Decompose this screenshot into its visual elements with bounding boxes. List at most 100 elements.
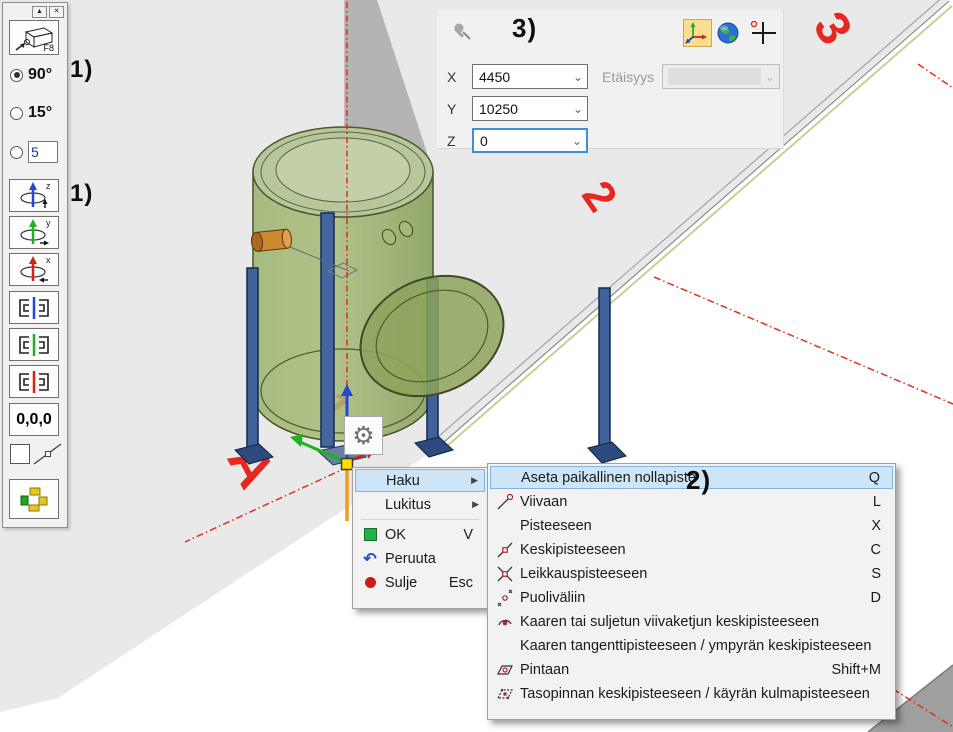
radio-selected-icon — [10, 69, 23, 82]
origin-000-label: 0,0,0 — [16, 411, 52, 429]
menu-item-sulje[interactable]: Sulje Esc — [355, 571, 485, 594]
tank-nozzle — [251, 229, 293, 252]
rotate-y-button[interactable]: y — [9, 216, 59, 249]
menu-item-ok[interactable]: OK V — [355, 523, 485, 546]
chevron-down-icon[interactable]: ⌄ — [569, 102, 587, 116]
menu-item-peruuta[interactable]: ↶ Peruuta — [355, 547, 485, 570]
angle-custom-input[interactable] — [28, 141, 58, 163]
rotate-z-button[interactable]: z — [9, 179, 59, 212]
snap-arc-center-icon — [496, 613, 514, 631]
gear-button[interactable]: ⚙ — [344, 416, 383, 455]
y-label: Y — [447, 101, 456, 117]
menu-shortcut: L — [873, 494, 893, 510]
mirror-y-icon — [15, 333, 53, 357]
close-icon: ✕ — [54, 8, 60, 15]
z-label: Z — [447, 133, 456, 149]
snap-midpoint-icon — [496, 541, 514, 559]
submenu-item-tasopinnan[interactable]: Tasopinnan keskipisteeseen / käyrän kulm… — [490, 682, 893, 705]
mirror-x-icon — [15, 370, 53, 394]
submenu-item-tangenttipiste[interactable]: Kaaren tangenttipisteeseen / ympyrän kes… — [490, 634, 893, 657]
snap-checkbox[interactable] — [10, 444, 30, 464]
snap-halfway-icon — [496, 589, 514, 607]
annotation-2: 2) — [686, 465, 711, 496]
snap-intersection-icon — [496, 565, 514, 583]
y-coordinate-combobox[interactable]: 10250 ⌄ — [472, 96, 588, 121]
origin-000-button[interactable]: 0,0,0 — [9, 403, 59, 436]
menu-item-haku[interactable]: Haku ▶ — [355, 469, 485, 492]
chevron-down-icon: ⌄ — [761, 70, 779, 84]
angle-custom-option[interactable] — [10, 141, 58, 163]
local-coordsys-button[interactable] — [683, 19, 712, 47]
gear-icon: ⚙ — [352, 421, 374, 451]
submenu-item-kaaren-keskipiste[interactable]: Kaaren tai suljetun viivaketjun keskipis… — [490, 610, 893, 633]
submenu-item-puolivaliin[interactable]: Puoliväliin D — [490, 586, 893, 609]
submenu-item-keskipisteeseen[interactable]: Keskipisteeseen C — [490, 538, 893, 561]
angle-15-label: 15° — [28, 104, 52, 122]
submenu-arrow-icon: ▶ — [472, 499, 485, 510]
menu-item-label: Sulje — [385, 575, 449, 591]
submenu-item-label: Kaaren tai suljetun viivaketjun keskipis… — [520, 614, 881, 630]
x-label: X — [447, 69, 456, 85]
context-menu: Haku ▶ Lukitus ▶ OK V ↶ Peruuta Sulje Es… — [352, 467, 488, 609]
menu-shortcut: V — [463, 527, 485, 543]
submenu-arrow-icon: ▶ — [471, 475, 484, 486]
chevron-down-icon[interactable]: ⌄ — [568, 134, 586, 148]
close-button[interactable]: ✕ — [49, 6, 64, 18]
mirror-y-button[interactable] — [9, 328, 59, 361]
angle-15-option[interactable]: 15° — [10, 104, 52, 122]
submenu-item-label: Puoliväliin — [520, 590, 871, 606]
rotate-x-icon: x — [14, 255, 54, 284]
rotate-x-button[interactable]: x — [9, 253, 59, 286]
line-point-icon — [32, 440, 64, 468]
menu-shortcut: C — [871, 542, 893, 558]
x-coordinate-combobox[interactable]: 4450 ⌄ — [472, 64, 588, 89]
menu-shortcut: Esc — [449, 575, 485, 591]
submenu-item-label: Leikkauspisteeseen — [520, 566, 871, 582]
f8-label: F8 — [43, 43, 54, 53]
pin-icon[interactable] — [451, 20, 473, 42]
menu-shortcut: D — [871, 590, 893, 606]
undo-icon: ↶ — [355, 549, 385, 569]
submenu-item-pintaan[interactable]: Pintaan Shift+M — [490, 658, 893, 681]
distance-value — [668, 68, 761, 85]
close-dot-icon — [365, 577, 376, 588]
distance-combobox: ⌄ — [662, 64, 780, 89]
menu-shortcut: X — [871, 518, 893, 534]
menu-item-label: OK — [385, 527, 463, 543]
rotate-z-icon: z — [14, 181, 54, 210]
collapse-button[interactable]: ▲ — [32, 6, 47, 18]
svg-text:y: y — [46, 218, 51, 228]
submenu-item-label: Pintaan — [520, 662, 831, 678]
annotation-3: 3) — [512, 13, 537, 44]
ok-icon — [364, 528, 377, 541]
submenu-item-label: Keskipisteeseen — [520, 542, 871, 558]
tank-leg-far-plate — [588, 442, 626, 463]
world-coordsys-button[interactable] — [717, 22, 739, 44]
snap-line-icon — [496, 493, 514, 511]
mirror-z-button[interactable] — [9, 291, 59, 324]
point-grid-button[interactable] — [9, 479, 59, 519]
tank-top-lid — [276, 138, 410, 202]
rotation-toolbar: ▲ ✕ F8 90° 15° z — [2, 2, 68, 528]
submenu-item-label: Tasopinnan keskipisteeseen / käyrän kulm… — [520, 686, 881, 702]
menu-shortcut: Q — [869, 470, 892, 486]
y-value: 10250 — [473, 101, 569, 117]
chevron-down-icon[interactable]: ⌄ — [569, 70, 587, 84]
view-f8-button[interactable]: F8 — [9, 20, 59, 55]
submenu-item-pisteeseen[interactable]: Pisteeseen X — [490, 514, 893, 537]
angle-90-option[interactable]: 90° — [10, 66, 52, 84]
snap-submenu: Aseta paikallinen nollapiste Q Viivaan L… — [487, 463, 896, 720]
annotation-1-mid: 1) — [70, 180, 93, 208]
mirror-x-button[interactable] — [9, 365, 59, 398]
mirror-z-icon — [15, 296, 53, 320]
pick-point-button[interactable] — [749, 20, 779, 46]
radio-icon — [10, 107, 23, 120]
origin-node[interactable] — [342, 459, 353, 470]
menu-item-lukitus[interactable]: Lukitus ▶ — [355, 493, 485, 516]
z-value: 0 — [474, 133, 568, 149]
menu-shortcut: S — [871, 566, 893, 582]
rotate-y-icon: y — [14, 218, 54, 247]
axes-icon — [684, 20, 709, 44]
submenu-item-leikkauspisteeseen[interactable]: Leikkauspisteeseen S — [490, 562, 893, 585]
z-coordinate-combobox[interactable]: 0 ⌄ — [472, 128, 588, 153]
